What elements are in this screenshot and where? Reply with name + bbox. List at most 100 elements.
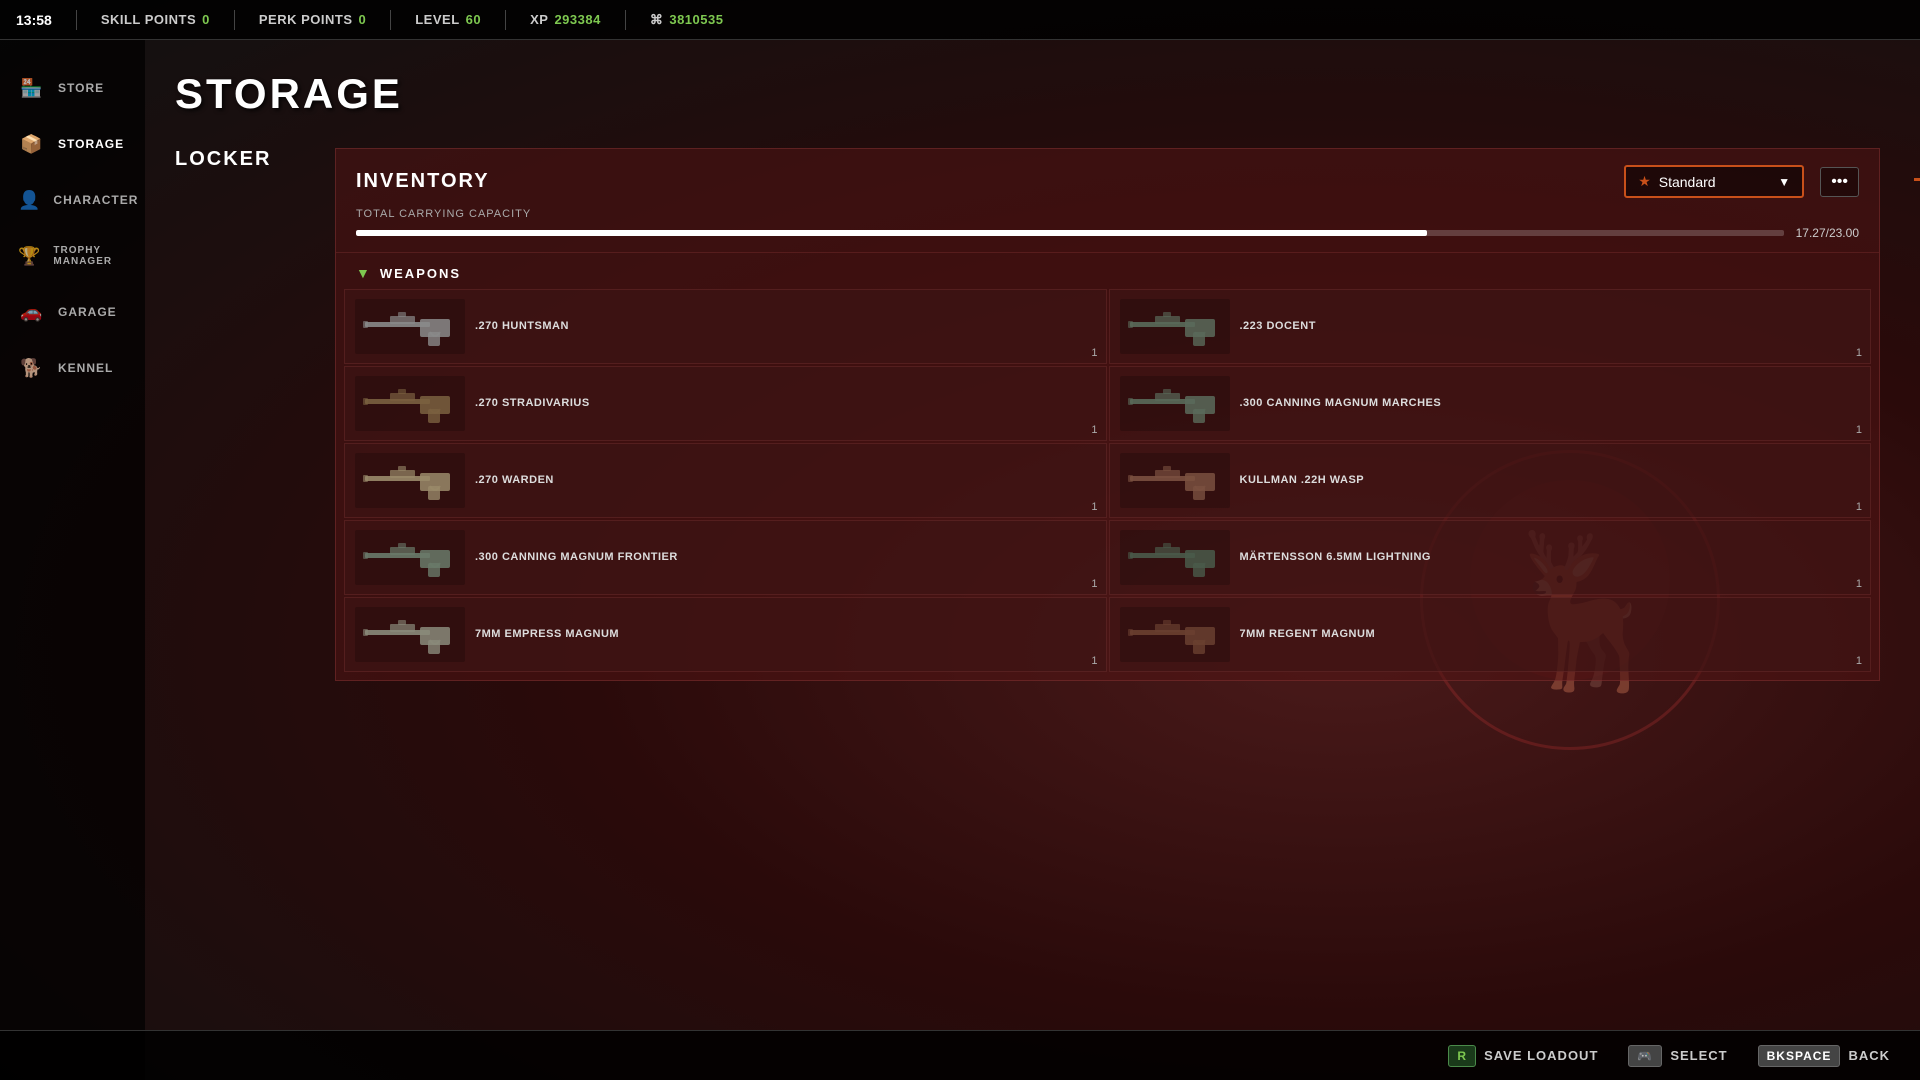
perk-points-value: 0 xyxy=(359,12,367,27)
weapon-item-w5[interactable]: .270 WARDEN 1 xyxy=(344,443,1107,518)
weapon-image-w7 xyxy=(355,530,465,585)
select-action: 🎮 SELECT xyxy=(1628,1045,1727,1067)
weapon-count-w5: 1 xyxy=(1091,501,1097,513)
perk-points-label: PERK POINTS xyxy=(259,12,353,27)
back-label: BACK xyxy=(1848,1048,1890,1063)
currency-icon: ⌘ xyxy=(650,12,664,28)
weapon-item-w1[interactable]: .270 HUNTSMAN 1 xyxy=(344,289,1107,364)
weapon-name-w1: .270 HUNTSMAN xyxy=(475,319,569,333)
weapon-image-w3 xyxy=(355,376,465,431)
sidebar-garage-label: GARAGE xyxy=(58,305,117,319)
sidebar-item-character[interactable]: 👤 CHARACTER xyxy=(0,172,145,228)
sidebar-character-label: CHARACTER xyxy=(53,193,138,207)
locker-section: LOCKER xyxy=(175,148,335,998)
weapon-item-w10[interactable]: 7MM REGENT MAGNUM 1 xyxy=(1109,597,1872,672)
weapon-name-w7: .300 CANNING MAGNUM FRONTIER xyxy=(475,550,678,564)
weapons-section-header: ▼ WEAPONS xyxy=(336,253,1879,289)
sidebar-item-kennel[interactable]: 🐕 KENNEL xyxy=(0,340,145,396)
inventory-section: INVENTORY ★ Standard ▼ ••• TOTAL CARRYIN… xyxy=(335,148,1880,681)
weapon-name-w8: MÄRTENSSON 6.5MM LIGHTNING xyxy=(1240,550,1431,564)
bottom-bar: R SAVE LOADOUT 🎮 SELECT BKSPACE BACK xyxy=(0,1030,1920,1080)
weapon-count-w4: 1 xyxy=(1856,424,1862,436)
weapon-item-w7[interactable]: .300 CANNING MAGNUM FRONTIER 1 xyxy=(344,520,1107,595)
page-title: STORAGE xyxy=(175,70,1880,118)
xp-value: 293384 xyxy=(554,12,600,27)
weapon-image-w9 xyxy=(355,607,465,662)
character-icon: 👤 xyxy=(18,186,41,214)
weapon-name-w9: 7MM EMPRESS MAGNUM xyxy=(475,627,619,641)
level-value: 60 xyxy=(466,12,481,27)
divider-2 xyxy=(234,10,235,30)
dropdown-arrow-icon: ▼ xyxy=(1778,175,1790,189)
sidebar-store-label: STORE xyxy=(58,81,104,95)
weapon-item-w3[interactable]: .270 STRADIVARIUS 1 xyxy=(344,366,1107,441)
sidebar-trophy-label: TROPHY MANAGER xyxy=(53,245,127,267)
trophy-icon: 🏆 xyxy=(18,242,41,270)
weapon-image-w6 xyxy=(1120,453,1230,508)
store-icon: 🏪 xyxy=(18,74,46,102)
capacity-section: TOTAL CARRYING CAPACITY 17.27/23.00 xyxy=(336,208,1879,253)
weapon-count-w2: 1 xyxy=(1856,347,1862,359)
weapon-item-w4[interactable]: .300 CANNING MAGNUM MARCHES 1 xyxy=(1109,366,1872,441)
weapon-count-w7: 1 xyxy=(1091,578,1097,590)
divider-3 xyxy=(390,10,391,30)
weapon-count-w8: 1 xyxy=(1856,578,1862,590)
weapon-name-w10: 7MM REGENT MAGNUM xyxy=(1240,627,1376,641)
weapon-item-w6[interactable]: KULLMAN .22H WASP 1 xyxy=(1109,443,1872,518)
divider-5 xyxy=(625,10,626,30)
main-content: STORAGE LOCKER INVENTORY ★ Standard ▼ ••… xyxy=(145,40,1920,1080)
select-label: SELECT xyxy=(1670,1048,1727,1063)
select-key: 🎮 xyxy=(1628,1045,1662,1067)
dots-menu-button[interactable]: ••• xyxy=(1820,167,1859,197)
back-action: BKSPACE BACK xyxy=(1758,1045,1890,1067)
top-bar: 13:58 SKILL POINTS 0 PERK POINTS 0 LEVEL… xyxy=(0,0,1920,40)
capacity-label: TOTAL CARRYING CAPACITY xyxy=(356,208,1859,220)
arrow-shaft xyxy=(1914,178,1920,181)
clock-display: 13:58 xyxy=(16,12,52,28)
dropdown-star: ★ xyxy=(1638,173,1651,190)
weapon-item-w8[interactable]: MÄRTENSSON 6.5MM LIGHTNING 1 xyxy=(1109,520,1872,595)
sidebar-item-storage[interactable]: 📦 STORAGE xyxy=(0,116,145,172)
currency-value: 3810535 xyxy=(669,12,723,27)
divider-1 xyxy=(76,10,77,30)
sidebar-item-trophy-manager[interactable]: 🏆 TROPHY MANAGER xyxy=(0,228,145,284)
capacity-fill xyxy=(356,230,1427,236)
weapons-grid: .270 HUNTSMAN 1 .223 DOCENT 1 xyxy=(336,289,1879,680)
kennel-icon: 🐕 xyxy=(18,354,46,382)
sidebar-kennel-label: KENNEL xyxy=(58,361,113,375)
save-loadout-action: R SAVE LOADOUT xyxy=(1448,1045,1598,1067)
save-loadout-key: R xyxy=(1448,1045,1476,1067)
weapon-name-w2: .223 DOCENT xyxy=(1240,319,1316,333)
storage-panel: LOCKER INVENTORY ★ Standard ▼ ••• TOTAL … xyxy=(175,148,1880,998)
weapon-item-w2[interactable]: .223 DOCENT 1 xyxy=(1109,289,1872,364)
weapon-image-w1 xyxy=(355,299,465,354)
weapon-image-w5 xyxy=(355,453,465,508)
locker-header: LOCKER xyxy=(175,148,335,171)
sidebar-item-garage[interactable]: 🚗 GARAGE xyxy=(0,284,145,340)
level-display: LEVEL 60 xyxy=(415,12,481,27)
weapon-image-w10 xyxy=(1120,607,1230,662)
sidebar: 🏪 STORE 📦 STORAGE 👤 CHARACTER 🏆 TROPHY M… xyxy=(0,40,145,1080)
weapons-collapse-arrow[interactable]: ▼ xyxy=(356,265,370,281)
weapon-count-w10: 1 xyxy=(1856,655,1862,667)
level-label: LEVEL xyxy=(415,12,459,27)
inventory-header: INVENTORY ★ Standard ▼ ••• xyxy=(336,149,1879,208)
capacity-text: 17.27/23.00 xyxy=(1796,226,1859,240)
weapon-count-w6: 1 xyxy=(1856,501,1862,513)
sidebar-item-store[interactable]: 🏪 STORE xyxy=(0,60,145,116)
currency-display: ⌘ 3810535 xyxy=(650,12,724,28)
garage-icon: 🚗 xyxy=(18,298,46,326)
xp-label: XP xyxy=(530,12,548,27)
skill-points-label: SKILL POINTS xyxy=(101,12,196,27)
weapon-item-w9[interactable]: 7MM EMPRESS MAGNUM 1 xyxy=(344,597,1107,672)
dropdown-label: Standard xyxy=(1659,174,1771,190)
weapon-name-w6: KULLMAN .22H WASP xyxy=(1240,473,1365,487)
weapon-image-w4 xyxy=(1120,376,1230,431)
capacity-bar-container: 17.27/23.00 xyxy=(356,226,1859,240)
weapons-label: WEAPONS xyxy=(380,266,461,281)
storage-icon: 📦 xyxy=(18,130,46,158)
skill-points-display: SKILL POINTS 0 xyxy=(101,12,210,27)
loadout-dropdown[interactable]: ★ Standard ▼ xyxy=(1624,165,1804,198)
sidebar-storage-label: STORAGE xyxy=(58,137,124,151)
arrow-indicator xyxy=(1914,170,1920,188)
